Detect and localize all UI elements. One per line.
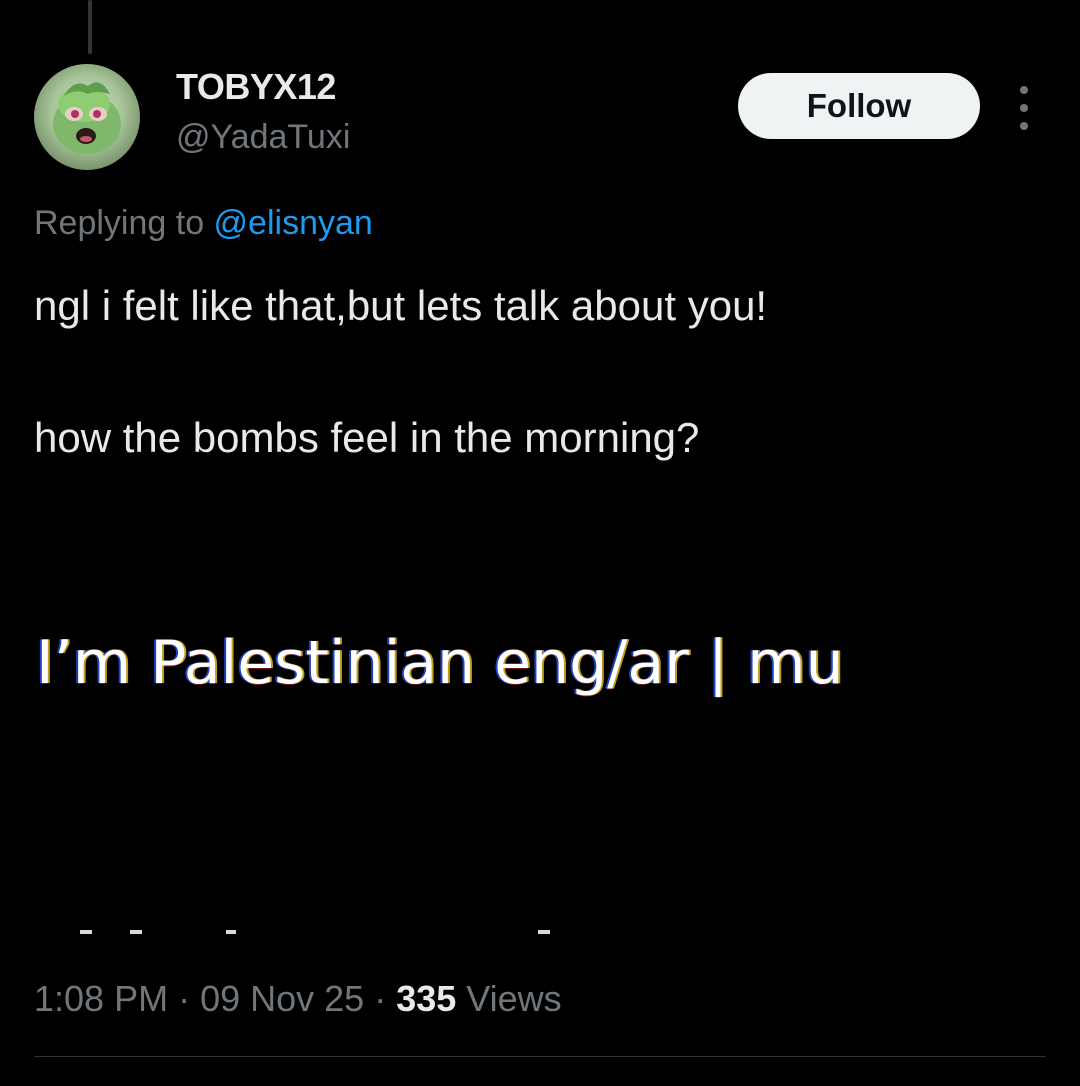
- views-count: 335: [396, 978, 457, 1019]
- embedded-screenshot-fragment: [130, 930, 142, 934]
- author-display-name[interactable]: TOBYX12: [176, 66, 336, 108]
- views-label: Views: [456, 978, 562, 1019]
- tweet-text-line-1: ngl i felt like that,but lets talk about…: [34, 282, 768, 329]
- meta-separator: ·: [364, 978, 397, 1019]
- tweet-time[interactable]: 1:08 PM: [34, 978, 168, 1019]
- more-dot: [1020, 122, 1028, 130]
- tweet-meta: 1:08 PM · 09 Nov 25 · 335 Views: [34, 978, 562, 1020]
- embedded-screenshot-fragment: [538, 930, 550, 934]
- divider: [34, 1056, 1046, 1057]
- embedded-screenshot-fragment: [226, 930, 236, 934]
- replying-to: Replying to @elisnyan: [34, 204, 373, 243]
- more-dot: [1020, 104, 1028, 112]
- thread-connector-line: [88, 0, 92, 54]
- tweet-date[interactable]: 09 Nov 25: [200, 978, 364, 1019]
- more-dot: [1020, 86, 1028, 94]
- replying-to-prefix: Replying to: [34, 204, 214, 242]
- tweet-text-line-2: how the bombs feel in the morning?: [34, 414, 700, 461]
- follow-button[interactable]: Follow: [738, 73, 980, 139]
- meta-separator: ·: [168, 978, 201, 1019]
- reply-mention-link[interactable]: @elisnyan: [214, 204, 373, 242]
- embedded-screenshot-fragment: [80, 930, 92, 934]
- more-vertical-icon[interactable]: [1008, 86, 1040, 130]
- author-handle[interactable]: @YadaTuxi: [176, 118, 350, 157]
- embedded-screenshot-text: I’m Palestinian eng/ar | mu: [36, 628, 844, 698]
- avatar-image: [53, 82, 121, 154]
- avatar[interactable]: [34, 64, 140, 170]
